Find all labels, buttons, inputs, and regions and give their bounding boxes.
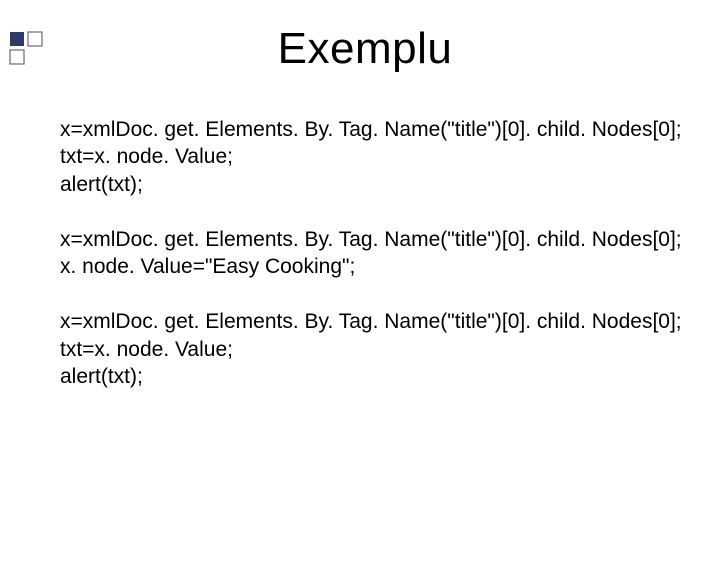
code-line: x=xmlDoc. get. Elements. By. Tag. Name("… [60, 308, 670, 335]
code-line: x=xmlDoc. get. Elements. By. Tag. Name("… [60, 226, 670, 253]
code-line: txt=x. node. Value; [60, 143, 670, 170]
slide-content: Exemplu x=xmlDoc. get. Elements. By. Tag… [0, 24, 720, 390]
corner-decoration-icon [8, 30, 48, 70]
code-line: x=xmlDoc. get. Elements. By. Tag. Name("… [60, 116, 670, 143]
code-line: txt=x. node. Value; [60, 336, 670, 363]
code-block-2: x=xmlDoc. get. Elements. By. Tag. Name("… [60, 226, 670, 281]
code-line: alert(txt); [60, 363, 670, 390]
code-line: alert(txt); [60, 171, 670, 198]
slide-title: Exemplu [60, 24, 670, 74]
code-line: x. node. Value="Easy Cooking"; [60, 253, 670, 280]
code-block-1: x=xmlDoc. get. Elements. By. Tag. Name("… [60, 116, 670, 198]
code-block-3: x=xmlDoc. get. Elements. By. Tag. Name("… [60, 308, 670, 390]
